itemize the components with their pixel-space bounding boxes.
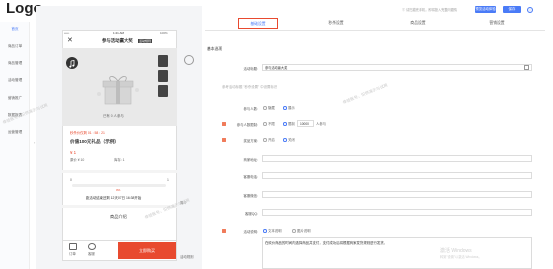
original-price: 原价 ¥ 10	[70, 158, 85, 162]
rules-badge[interactable]: 活动规则	[138, 39, 153, 43]
status-time: 1:21 AM	[113, 31, 125, 35]
status-battery: 100%	[160, 31, 168, 35]
join-show-radio[interactable]	[283, 106, 287, 110]
merchant-address-input[interactable]	[262, 155, 532, 162]
divider	[62, 170, 177, 173]
nav-item-operations[interactable]: 运营管理	[0, 130, 30, 135]
participant-count: 已有 0 人参与	[103, 114, 124, 118]
gift-box-illustration	[93, 70, 143, 110]
order-label[interactable]: 订单	[69, 252, 76, 256]
limit-none-text[interactable]: 不限	[268, 122, 275, 126]
close-icon[interactable]: ✕	[67, 36, 73, 44]
limit-label: 参与人数限制:	[236, 123, 258, 127]
user-icon[interactable]	[527, 6, 533, 13]
title-hint: 参考活动标题 "秒杀设置" 中设置标识	[222, 85, 278, 89]
progress-end: 1	[167, 178, 169, 182]
order-icon[interactable]	[69, 243, 77, 250]
limit-none-radio[interactable]	[263, 122, 267, 126]
progress-percent: 0%	[116, 188, 121, 192]
tab-product[interactable]: 商品设置	[398, 18, 438, 29]
watermark: 体验账号，仅供演示与试用	[341, 82, 389, 105]
product-detail-title: 商品介绍	[110, 214, 127, 219]
nav-item-products[interactable]: 商品管理	[0, 61, 30, 66]
sale-price: ¥ 1	[70, 150, 77, 155]
left-sidebar	[0, 22, 30, 269]
stock-count: 库存: 1	[114, 158, 125, 162]
gift-icon[interactable]	[158, 85, 168, 97]
service-qq-input[interactable]	[262, 209, 532, 216]
buy-now-button[interactable]: 立即购买	[118, 242, 176, 259]
preview-button[interactable]: 预览活动体验	[475, 6, 496, 13]
service-phone-label: 客服电话:	[243, 175, 258, 179]
join-hide-text[interactable]: 隐藏	[268, 106, 275, 110]
service-wechat-input[interactable]	[262, 191, 532, 198]
desc-image-option[interactable]: 图片说明	[297, 229, 311, 233]
join-count-label: 参与人数:	[243, 107, 258, 111]
reward-label: 奖品方案:	[243, 139, 258, 143]
nav-item-home[interactable]: 首页	[0, 27, 30, 32]
emoji-icon[interactable]	[524, 65, 529, 70]
reward-on-radio[interactable]	[263, 138, 267, 142]
tab-underline	[205, 30, 545, 31]
limit-on-text[interactable]: 限制	[288, 122, 295, 126]
nav-item-orders[interactable]: 商品订单	[0, 44, 30, 49]
windows-activation-title: 激活 Windows	[440, 248, 472, 254]
title-input[interactable]: 参与活动赢大奖	[262, 64, 532, 71]
save-button[interactable]: 保存	[503, 6, 521, 13]
reward-off-text[interactable]: 关闭	[288, 138, 295, 142]
service-icon[interactable]	[88, 243, 96, 250]
service-phone-input[interactable]	[262, 172, 532, 179]
desc-text-option[interactable]: 文本说明	[268, 229, 282, 233]
service-wechat-label: 客服微信:	[243, 194, 258, 198]
ranking-icon[interactable]	[158, 55, 168, 67]
flash-sale-timer: 秒杀价仅剩 01 : 58 : 21	[70, 131, 105, 135]
join-hide-radio[interactable]	[263, 106, 267, 110]
service-qq-label: 客服QQ:	[245, 212, 258, 216]
status-signal: •••••	[64, 31, 70, 35]
join-show-text[interactable]: 展示	[288, 106, 295, 110]
limit-on-radio[interactable]	[283, 122, 287, 126]
nav-item-marketing[interactable]: 营销推广	[0, 96, 30, 101]
progress-bar	[72, 184, 166, 187]
share-icon[interactable]	[158, 70, 168, 82]
progress-start: 0	[70, 178, 72, 182]
tab-flash-sale[interactable]: 秒杀设置	[316, 18, 356, 29]
desc-label: 活动说明:	[243, 230, 258, 234]
desc-text-radio[interactable]	[263, 229, 267, 233]
tab-basic[interactable]: 基础设置	[238, 18, 278, 29]
countdown-text: 距活动结束还剩 12天07日 16:38开始	[86, 196, 142, 200]
prize-title: 价值100元礼品（示例）	[70, 139, 120, 144]
music-icon[interactable]	[66, 57, 78, 69]
service-label[interactable]: 客服	[88, 252, 95, 256]
windows-activation-sub: 转到"设置"以激活 Windows。	[440, 255, 482, 259]
preview-cart-icon[interactable]	[184, 55, 194, 65]
bottom-bar-divider	[62, 240, 177, 241]
more-icon[interactable]	[166, 38, 172, 50]
merchant-address-label: 商家地址:	[243, 158, 258, 162]
reward-on-text[interactable]: 开启	[268, 138, 275, 142]
desc-image-radio[interactable]	[292, 229, 296, 233]
desc-text[interactable]: 在砍价商品的时间内选择商品并支付，支付成功后将根据商家发货规则进行发货。	[265, 241, 387, 245]
side-label-rules: 活动规则	[180, 255, 194, 259]
limit-input[interactable]: 10000	[297, 120, 314, 127]
phone-title: 参与活动赢大奖	[102, 38, 133, 43]
nav-item-activities[interactable]: 活动管理	[0, 78, 30, 83]
reward-off-radio[interactable]	[283, 138, 287, 142]
section-title: 基本选项	[207, 47, 223, 51]
limit-unit: 人参与	[316, 122, 327, 126]
header-hint: ① 请扫描完手机，即将投入完整问题情	[402, 8, 458, 12]
tab-marketing[interactable]: 营销设置	[477, 18, 517, 29]
title-label: 活动标题:	[243, 67, 258, 71]
